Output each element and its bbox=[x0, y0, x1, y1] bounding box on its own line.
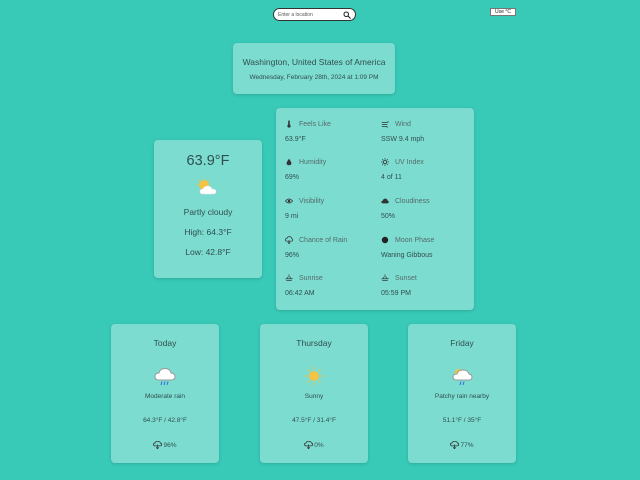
current-high: High: 64.3°F bbox=[184, 227, 232, 237]
forecast-day: Friday bbox=[450, 338, 474, 348]
forecast-day: Today bbox=[153, 338, 177, 348]
cloud-icon bbox=[381, 198, 389, 204]
current-condition: Partly cloudy bbox=[183, 207, 233, 217]
wind-icon bbox=[381, 121, 389, 128]
detail-sunset: Sunset 05:59 PM bbox=[381, 274, 471, 297]
moon-icon bbox=[381, 236, 389, 244]
forecast-day: Thursday bbox=[296, 338, 332, 348]
location-name: Washington, United States of America bbox=[242, 57, 386, 67]
weather-details-card: Feels Like 63.9°F Wind SSW 9.4 mph Humid… bbox=[276, 108, 474, 310]
forecast-card-today: Today Moderate rain 64.3°F / 42.8°F 96% bbox=[111, 324, 219, 463]
detail-label: UV Index bbox=[395, 158, 424, 166]
sunrise-icon bbox=[285, 274, 293, 281]
location-card: Washington, United States of America Wed… bbox=[233, 43, 395, 94]
sunny-icon bbox=[305, 367, 323, 385]
rain-cloud-icon bbox=[450, 441, 460, 449]
detail-value: Waning Gibbous bbox=[381, 252, 433, 259]
sunset-icon bbox=[381, 274, 389, 281]
detail-sunrise: Sunrise 06:42 AM bbox=[285, 274, 375, 297]
forecast-temp-range: 64.3°F / 42.8°F bbox=[143, 417, 187, 424]
detail-value: 69% bbox=[285, 174, 300, 181]
detail-wind: Wind SSW 9.4 mph bbox=[381, 120, 471, 144]
forecast-rain-value: 0% bbox=[314, 441, 324, 449]
partly-cloudy-icon bbox=[197, 177, 217, 195]
detail-label: Feels Like bbox=[299, 120, 331, 128]
current-weather-card: 63.9°F Partly cloudy High: 64.3°F Low: 4… bbox=[154, 140, 262, 278]
forecast-card-friday: Friday Patchy rain nearby 51.1°F / 35°F … bbox=[408, 324, 516, 463]
rain-cloud-icon bbox=[153, 441, 163, 449]
detail-label: Visibility bbox=[299, 197, 325, 205]
forecast-condition: Patchy rain nearby bbox=[434, 393, 490, 400]
detail-feels-like: Feels Like 63.9°F bbox=[285, 120, 375, 143]
search-input[interactable] bbox=[278, 11, 342, 18]
forecast-temp-range: 47.5°F / 31.4°F bbox=[292, 417, 336, 424]
rain-cloud-icon bbox=[154, 367, 176, 386]
detail-moon-phase: Moon Phase Waning Gibbous bbox=[381, 236, 471, 260]
droplet-icon bbox=[286, 158, 292, 166]
detail-cloudiness: Cloudiness 50% bbox=[381, 197, 471, 221]
detail-value: 63.9°F bbox=[285, 136, 306, 143]
unit-toggle-button[interactable]: Use °C bbox=[490, 8, 516, 16]
patchy-rain-icon bbox=[452, 369, 473, 386]
detail-humidity: Humidity 69% bbox=[285, 158, 375, 182]
search-bar[interactable] bbox=[273, 8, 356, 21]
detail-chance-of-rain: Chance of Rain 96% bbox=[285, 236, 375, 259]
detail-label: Moon Phase bbox=[395, 236, 435, 244]
detail-value: 9 mi bbox=[285, 213, 299, 220]
current-low: Low: 42.8°F bbox=[185, 247, 231, 257]
detail-label: Wind bbox=[395, 120, 411, 128]
eye-icon bbox=[285, 198, 293, 204]
detail-visibility: Visibility 9 mi bbox=[285, 197, 375, 220]
rain-cloud-icon bbox=[304, 441, 314, 449]
detail-value: 06:42 AM bbox=[285, 290, 315, 297]
forecast-rain-chance: 77% bbox=[408, 441, 516, 449]
current-temp: 63.9°F bbox=[186, 153, 230, 169]
search-icon[interactable] bbox=[343, 11, 351, 19]
detail-value: 4 of 11 bbox=[381, 174, 402, 181]
forecast-rain-chance: 0% bbox=[260, 441, 368, 449]
detail-label: Humidity bbox=[299, 158, 327, 166]
forecast-rain-value: 77% bbox=[460, 441, 474, 449]
detail-value: 50% bbox=[381, 213, 396, 220]
forecast-condition: Sunny bbox=[304, 393, 324, 400]
detail-value: 96% bbox=[285, 252, 300, 259]
forecast-rain-value: 96% bbox=[163, 441, 177, 449]
forecast-card-thursday: Thursday Sunny 47.5°F / 31.4°F 0% bbox=[260, 324, 368, 463]
forecast-condition: Moderate rain bbox=[144, 393, 186, 400]
sun-icon bbox=[381, 158, 389, 166]
thermometer-icon bbox=[287, 120, 291, 128]
detail-label: Sunset bbox=[395, 274, 417, 282]
location-datetime: Wednesday, February 28th, 2024 at 1:09 P… bbox=[249, 74, 379, 81]
detail-uv-index: UV Index 4 of 11 bbox=[381, 158, 471, 181]
detail-label: Chance of Rain bbox=[299, 236, 348, 244]
detail-label: Cloudiness bbox=[395, 197, 430, 205]
forecast-rain-chance: 96% bbox=[111, 441, 219, 449]
detail-label: Sunrise bbox=[299, 274, 323, 282]
rain-cloud-icon bbox=[285, 236, 293, 244]
detail-value: 05:59 PM bbox=[381, 290, 411, 297]
detail-value: SSW 9.4 mph bbox=[381, 136, 425, 143]
forecast-temp-range: 51.1°F / 35°F bbox=[442, 417, 482, 424]
